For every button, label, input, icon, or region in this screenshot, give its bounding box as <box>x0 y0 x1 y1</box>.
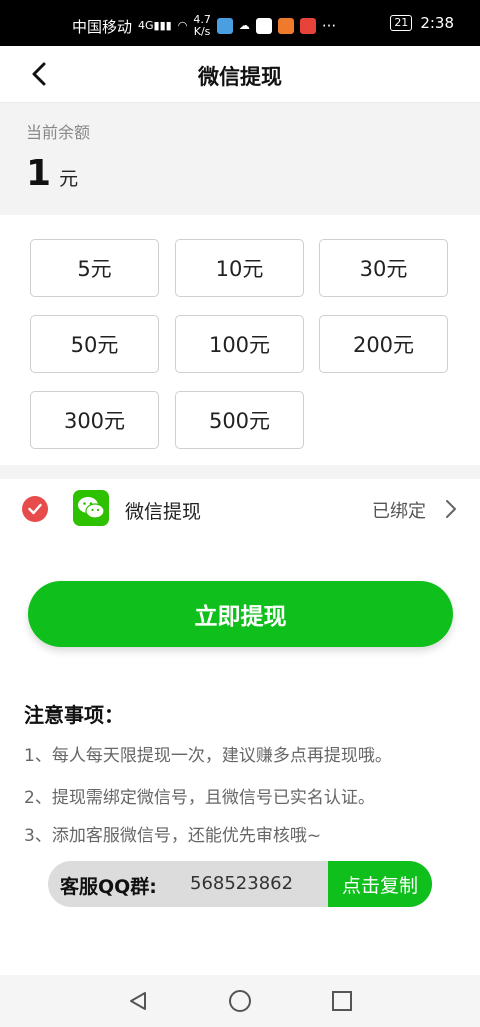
carrier-name: 中国移动 <box>72 17 133 36</box>
balance-unit: 元 <box>59 168 79 190</box>
qq-group-label: 客服QQ群: <box>60 876 157 898</box>
cloud-icon: ☁ <box>238 19 250 32</box>
payment-method-label: 微信提现 <box>125 501 202 523</box>
note-item: 2、提现需绑定微信号，且微信号已实名认证。 <box>24 788 375 808</box>
wifi-icon: ◠ <box>177 19 188 32</box>
net-speed: 4.7 K/s <box>193 13 211 38</box>
qq-group-bar: 客服QQ群: 568523862 点击复制 <box>48 861 432 907</box>
nav-bar: 微信提现 <box>0 46 480 103</box>
signal-icon: 4G▮▮▮ <box>138 19 172 32</box>
withdraw-button[interactable]: 立即提现 <box>28 581 453 647</box>
nav-home-icon[interactable] <box>226 987 254 1015</box>
section-divider <box>0 465 480 479</box>
network-type: 4G <box>138 19 154 32</box>
app-notification-icon <box>277 18 294 34</box>
copy-button[interactable]: 点击复制 <box>328 861 432 907</box>
balance-panel: 当前余额 1 元 <box>0 103 480 215</box>
battery-icon: 21 <box>390 15 413 31</box>
app-notification-icon <box>216 18 233 34</box>
nav-back-icon[interactable] <box>124 987 152 1015</box>
amount-option[interactable]: 5元 <box>30 239 159 297</box>
amount-option[interactable]: 10元 <box>175 239 304 297</box>
qq-group-number: 568523862 <box>190 873 294 894</box>
page-title: 微信提现 <box>198 65 282 89</box>
more-notifications-icon: ··· <box>321 17 337 35</box>
balance-value: 1 <box>26 153 52 194</box>
balance-amount: 1 元 <box>26 153 78 194</box>
check-icon[interactable] <box>22 496 48 522</box>
system-nav-bar <box>0 975 480 1027</box>
amount-option[interactable]: 500元 <box>175 391 304 449</box>
amount-option[interactable]: 300元 <box>30 391 159 449</box>
binding-status: 已绑定 <box>372 501 426 522</box>
amount-option[interactable]: 100元 <box>175 315 304 373</box>
amount-option[interactable]: 50元 <box>30 315 159 373</box>
notes-title: 注意事项： <box>24 703 124 727</box>
amount-option[interactable]: 30元 <box>319 239 448 297</box>
amount-option[interactable]: 200元 <box>319 315 448 373</box>
status-bar: 中国移动 4G▮▮▮ ◠ 4.7 K/s ☁ ··· 21 2:38 <box>0 0 480 46</box>
nav-recents-icon[interactable] <box>328 987 356 1015</box>
balance-label: 当前余额 <box>26 123 91 142</box>
app-notification-icon <box>299 18 316 34</box>
app-notification-icon <box>255 18 272 34</box>
payment-method-row[interactable]: 微信提现 已绑定 <box>0 480 480 538</box>
chevron-right-icon <box>446 500 456 518</box>
note-item: 3、添加客服微信号，还能优先审核哦~ <box>24 826 322 846</box>
clock: 2:38 <box>420 14 454 32</box>
wechat-icon <box>73 490 109 526</box>
note-item: 1、每人每天限提现一次，建议赚多点再提现哦。 <box>24 746 392 766</box>
